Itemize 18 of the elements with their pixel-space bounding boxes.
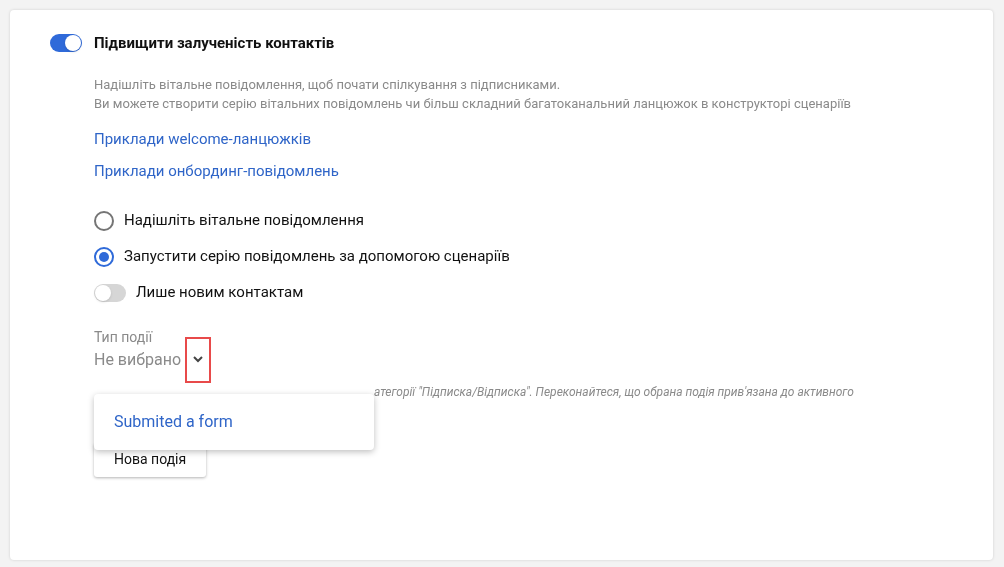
example-link[interactable]: Приклади welcome-ланцюжків (94, 128, 311, 149)
description-text: Надішліть вітальне повідомлення, щоб почати спілкування з підписниками. (94, 76, 562, 92)
option-label: Запустити серію повідомлень за допомогою сценаріїв (124, 246, 510, 268)
section-title: Підвищити залученість контактів (94, 33, 335, 54)
dropdown-toggle[interactable] (185, 336, 211, 383)
chevron-icon (193, 356, 203, 363)
hint-text: атегорії "Підписка/Відписка". Переконайтеся, що обрана подія прив'язана до активного (374, 384, 854, 399)
toggle-switch[interactable] (94, 283, 126, 302)
example-link[interactable]: Приклади онбординг-повідомлень (94, 160, 339, 181)
option-label: Надішліть вітальне повідомлення (124, 210, 365, 232)
radio-button[interactable] (94, 210, 114, 231)
toggle-switch[interactable] (50, 34, 82, 53)
field-label: Тип події (94, 328, 153, 345)
radio-button[interactable] (94, 246, 114, 267)
description-text: Ви можете створити серію вітальних повідомлень чи більш складний багатоканальний ланцюжок в конструкторі сценаріїв (94, 95, 853, 111)
menu-item[interactable]: Submited a form (94, 402, 374, 442)
select-value[interactable]: Не вибрано (94, 347, 181, 372)
option-label: Лише новим контактам (136, 282, 304, 304)
